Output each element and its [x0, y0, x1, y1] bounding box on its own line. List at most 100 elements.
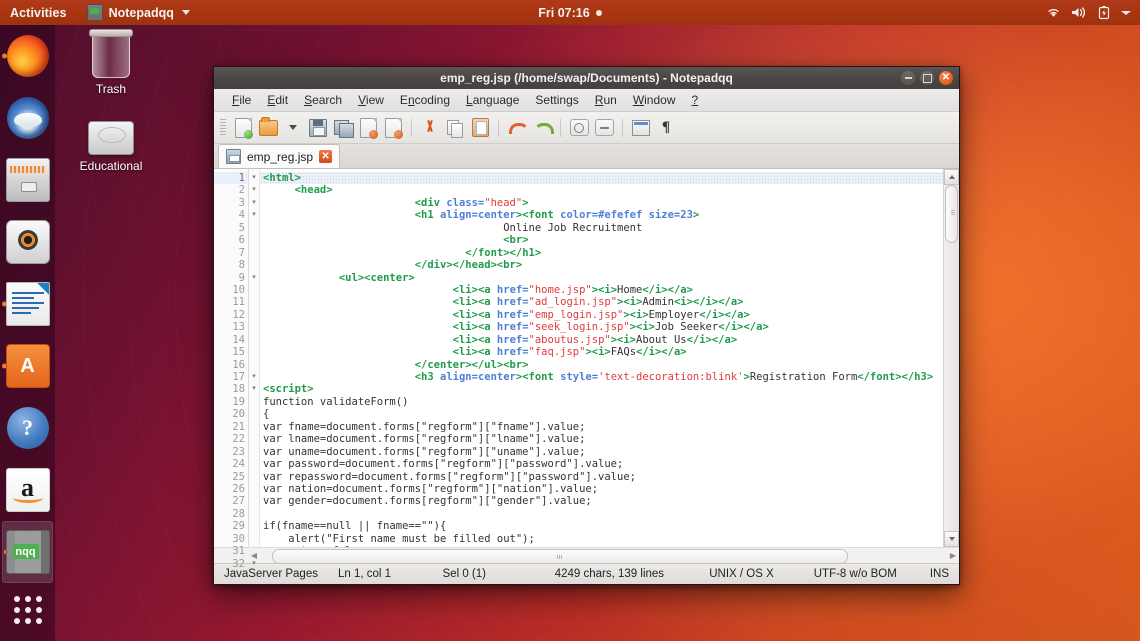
menu-help[interactable]: ? [684, 91, 707, 109]
amazon-icon [6, 468, 50, 512]
app-menu-button[interactable]: Notepadqq [79, 4, 198, 21]
dock-item-help[interactable] [0, 397, 55, 459]
redo-icon[interactable] [531, 117, 553, 139]
fold-spacer [249, 259, 259, 271]
tab-emp-reg-jsp[interactable]: emp_reg.jsp ✕ [218, 144, 340, 168]
close-tab-icon[interactable]: ✕ [319, 150, 332, 163]
fold-marker-icon[interactable]: ▾ [249, 371, 259, 383]
code-line: </font></h1> [260, 247, 943, 259]
fold-marker-icon[interactable]: ▾ [249, 383, 259, 395]
paste-icon[interactable] [469, 117, 491, 139]
menu-run[interactable]: Run [587, 91, 625, 109]
menu-window[interactable]: Window [625, 91, 684, 109]
volume-icon[interactable] [1071, 6, 1088, 19]
line-number: 31 [214, 545, 248, 557]
maximize-button[interactable] [920, 71, 934, 85]
close-all-documents-icon[interactable] [382, 117, 404, 139]
close-button[interactable]: ✕ [939, 71, 953, 85]
menu-language[interactable]: Language [458, 91, 527, 109]
line-number: 30 [214, 533, 248, 545]
code-line: var nation=document.forms["regform"]["na… [260, 483, 943, 495]
vertical-scroll-thumb[interactable] [945, 185, 958, 243]
menu-file[interactable]: File [224, 91, 259, 109]
line-number-gutter: 1234567891011121314151617181920212223242… [214, 169, 249, 547]
window-title: emp_reg.jsp (/home/swap/Documents) - Not… [440, 71, 733, 85]
new-document-icon[interactable] [232, 117, 254, 139]
code-line: if(fname==null || fname==""){ [260, 520, 943, 532]
system-menu-caret-icon[interactable] [1120, 9, 1132, 17]
status-encoding[interactable]: UTF-8 w/o BOM [804, 568, 920, 580]
dock-item-libreoffice-writer[interactable] [0, 273, 55, 335]
grid-icon [14, 596, 42, 624]
code-folding-column[interactable]: ▾▾▾▾▾▾▾▾ [249, 169, 260, 547]
line-number: 4 [214, 209, 248, 221]
dock-item-ubuntu-software[interactable] [0, 335, 55, 397]
dock-item-thunderbird[interactable] [0, 87, 55, 149]
line-number: 7 [214, 247, 248, 259]
horizontal-scrollbar[interactable]: ◀ ▶ [214, 547, 959, 563]
dock-item-files[interactable] [0, 149, 55, 211]
line-number: 21 [214, 421, 248, 433]
line-number: 26 [214, 483, 248, 495]
save-icon[interactable] [307, 117, 329, 139]
status-insert-mode[interactable]: INS [920, 568, 959, 580]
code-line: var fname=document.forms["regform"]["fna… [260, 421, 943, 433]
desktop-icon-educational[interactable]: Educational [63, 105, 159, 173]
save-all-icon[interactable] [332, 117, 354, 139]
fold-spacer [249, 421, 259, 433]
scroll-down-button[interactable] [944, 531, 959, 547]
cut-icon[interactable] [419, 117, 441, 139]
zoom-out-icon[interactable] [593, 117, 615, 139]
desktop-icon-label: Educational [63, 159, 159, 173]
copy-icon[interactable] [444, 117, 466, 139]
menu-settings[interactable]: Settings [527, 91, 586, 109]
toolbar-separator [560, 119, 561, 137]
code-line: <li><a href="aboutus.jsp"><i>About Us</i… [260, 334, 943, 346]
menu-view[interactable]: View [350, 91, 392, 109]
notepadqq-icon [6, 530, 50, 574]
menu-search[interactable]: Search [296, 91, 350, 109]
fold-marker-icon[interactable]: ▾ [249, 184, 259, 196]
ubuntu-launcher-dock [0, 25, 55, 641]
window-titlebar[interactable]: emp_reg.jsp (/home/swap/Documents) - Not… [214, 67, 959, 89]
minimize-button[interactable] [901, 71, 915, 85]
fold-marker-icon[interactable]: ▾ [249, 558, 259, 570]
fold-marker-icon[interactable]: ▾ [249, 272, 259, 284]
undo-icon[interactable] [506, 117, 528, 139]
wifi-icon[interactable] [1046, 6, 1061, 19]
fold-marker-icon[interactable]: ▾ [249, 197, 259, 209]
close-document-icon[interactable] [357, 117, 379, 139]
fold-marker-icon[interactable]: ▾ [249, 172, 259, 184]
code-line: <h1 align=center><font color=#efefef siz… [260, 209, 943, 221]
open-file-icon[interactable] [257, 117, 279, 139]
horizontal-scroll-thumb[interactable] [272, 549, 848, 564]
zoom-in-icon[interactable] [568, 117, 590, 139]
menu-edit[interactable]: Edit [259, 91, 296, 109]
status-eol[interactable]: UNIX / OS X [699, 568, 804, 580]
code-line: <li><a href="home.jsp"><i>Home</i></a> [260, 284, 943, 296]
dock-item-firefox[interactable] [0, 25, 55, 87]
toolbar-drag-handle[interactable] [220, 119, 226, 137]
code-text-area[interactable]: <html> <head> <div class="head"> <h1 ali… [260, 169, 943, 547]
code-line: <li><a href="emp_login.jsp"><i>Employer<… [260, 309, 943, 321]
fold-spacer [249, 458, 259, 470]
desktop-icon-trash[interactable]: Trash [63, 28, 159, 96]
horizontal-scroll-track[interactable] [262, 549, 945, 562]
open-recent-caret-icon[interactable] [282, 117, 304, 139]
toolbar: ¶ [214, 112, 959, 144]
dock-item-amazon[interactable] [0, 459, 55, 521]
dock-item-rhythmbox[interactable] [0, 211, 55, 273]
menu-encoding[interactable]: Encoding [392, 91, 458, 109]
scroll-up-button[interactable] [944, 169, 959, 185]
dock-item-notepadqq[interactable] [2, 521, 53, 583]
scroll-right-button[interactable]: ▶ [947, 549, 959, 562]
battery-icon[interactable] [1098, 6, 1110, 20]
word-wrap-icon[interactable] [630, 117, 652, 139]
fold-marker-icon[interactable]: ▾ [249, 209, 259, 221]
show-applications-button[interactable] [0, 587, 55, 633]
system-tray[interactable] [1046, 0, 1132, 25]
activities-button[interactable]: Activities [0, 6, 79, 20]
show-whitespace-icon[interactable]: ¶ [655, 117, 677, 139]
fold-spacer [249, 346, 259, 358]
vertical-scrollbar[interactable] [943, 169, 959, 547]
